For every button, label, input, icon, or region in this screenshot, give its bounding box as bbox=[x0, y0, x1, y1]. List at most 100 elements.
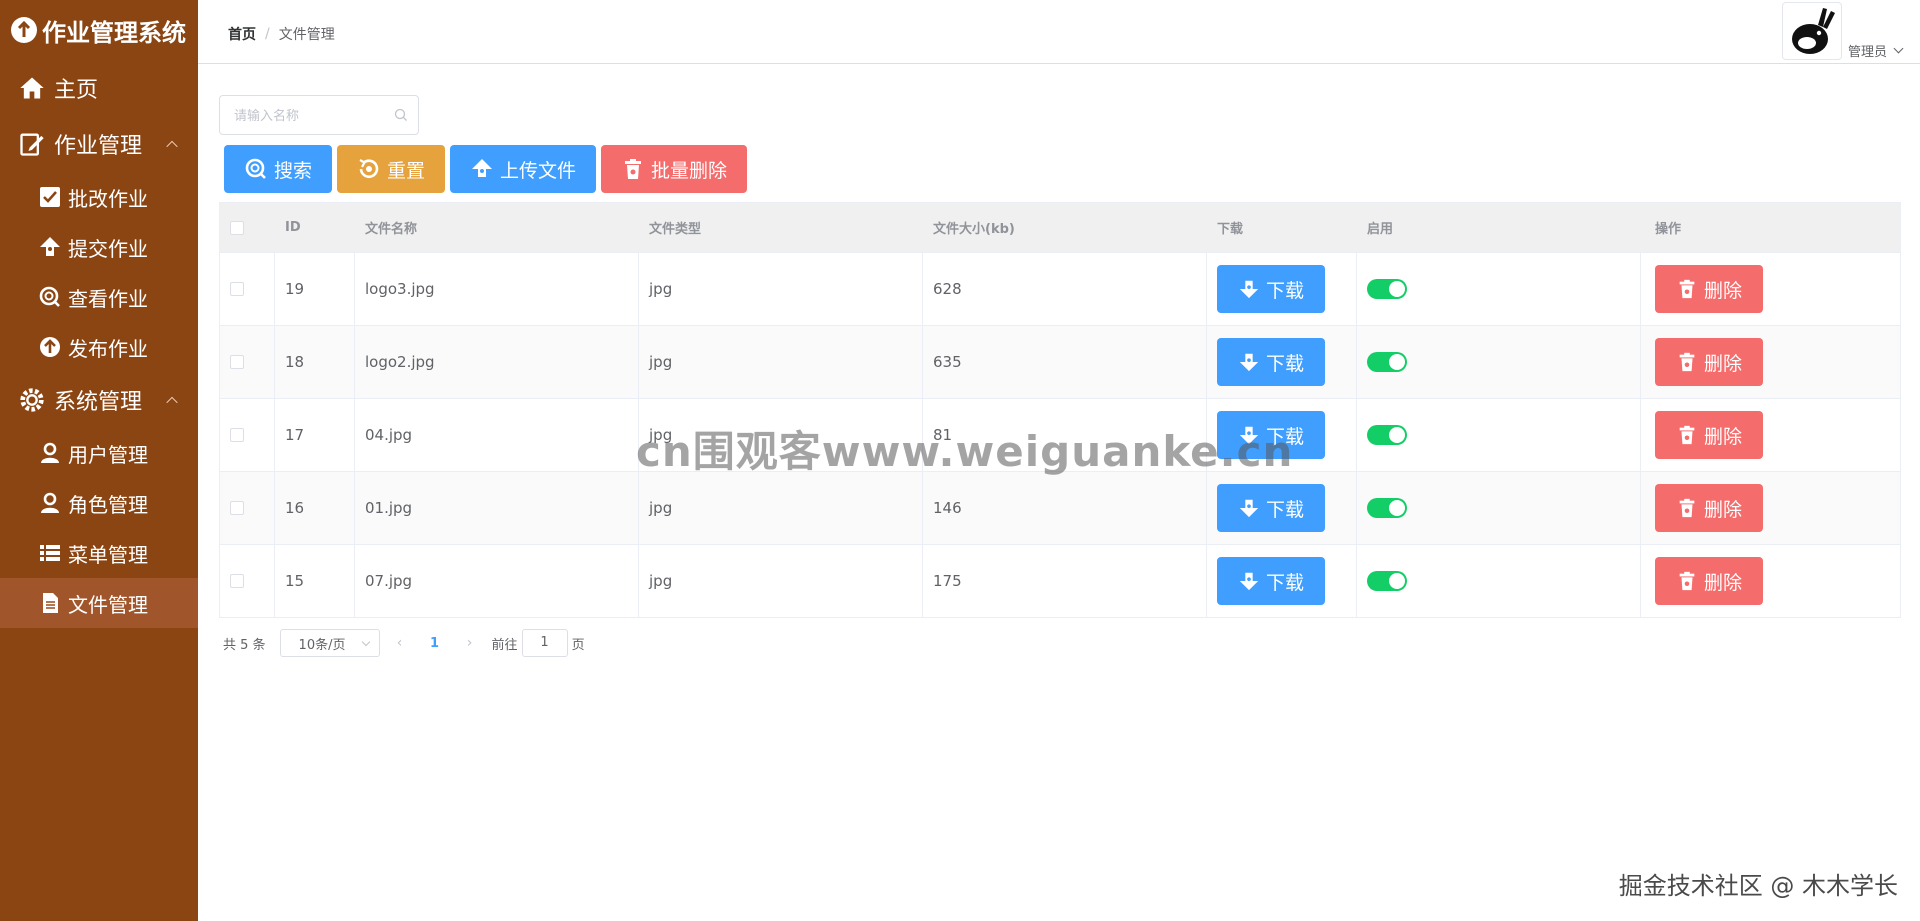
download-button-label: 下载 bbox=[1265, 279, 1304, 302]
page-number-current[interactable]: 1 bbox=[420, 636, 450, 651]
cell-type: jpg bbox=[639, 253, 923, 325]
user-icon bbox=[38, 441, 62, 465]
goto-prefix: 前往 bbox=[491, 637, 518, 653]
table-header: ID 文件名称 文件类型 文件大小(kb) 下载 启用 操作 bbox=[220, 203, 1900, 252]
sidebar-item-3[interactable]: 提交作业 bbox=[0, 222, 198, 272]
download-icon bbox=[1238, 351, 1260, 373]
row-checkbox[interactable] bbox=[230, 355, 244, 369]
publish-icon bbox=[38, 335, 62, 359]
header-size: 文件大小(kb) bbox=[933, 222, 1015, 237]
sidebar-item-8[interactable]: 角色管理 bbox=[0, 478, 198, 528]
user-menu[interactable]: 管理员 bbox=[1781, 2, 1904, 60]
chevron-up-icon bbox=[166, 396, 178, 409]
app-logo: 作业管理系统 bbox=[0, 0, 198, 60]
sidebar-item-1[interactable]: 作业管理 bbox=[0, 116, 198, 172]
sidebar-item-6[interactable]: 系统管理 bbox=[0, 372, 198, 428]
download-icon bbox=[1238, 497, 1260, 519]
upload-button-label: 上传文件 bbox=[500, 159, 577, 182]
gear-icon bbox=[18, 386, 46, 414]
cell-size: 635 bbox=[923, 326, 1207, 398]
delete-button[interactable]: 删除 bbox=[1655, 265, 1763, 313]
logo-icon bbox=[11, 17, 37, 43]
row-select[interactable] bbox=[220, 399, 275, 471]
avatar-image bbox=[1791, 8, 1835, 54]
row-select[interactable] bbox=[220, 472, 275, 544]
search-icon[interactable] bbox=[394, 108, 408, 122]
sidebar-menu: 主页 作业管理 批改作业提交作业查看作业发布作业 系统管理用户管理角色管理 菜单管理文件… bbox=[0, 60, 198, 628]
breadcrumb-current: 文件管理 bbox=[278, 27, 335, 43]
sidebar-item-9[interactable]: 菜单管理 bbox=[0, 528, 198, 578]
sidebar-item-label: 文件管理 bbox=[68, 592, 148, 617]
cell-id: 16 bbox=[275, 472, 355, 544]
delete-button-label: 删除 bbox=[1703, 279, 1742, 302]
delete-button[interactable]: 删除 bbox=[1655, 338, 1763, 386]
sidebar-item-label: 查看作业 bbox=[68, 286, 148, 311]
enabled-toggle[interactable] bbox=[1367, 352, 1407, 372]
enabled-toggle[interactable] bbox=[1367, 279, 1407, 299]
download-button[interactable]: 下载 bbox=[1217, 484, 1325, 532]
delete-button[interactable]: 删除 bbox=[1655, 557, 1763, 605]
user-name[interactable]: 管理员 bbox=[1848, 41, 1904, 60]
search-input[interactable] bbox=[220, 96, 380, 134]
cell-download: 下载 bbox=[1207, 253, 1357, 325]
download-icon bbox=[1238, 278, 1260, 300]
role-icon bbox=[38, 491, 62, 515]
cell-type: jpg bbox=[639, 472, 923, 544]
trash-icon bbox=[1676, 497, 1698, 519]
cell-actions: 删除 bbox=[1641, 545, 1900, 617]
breadcrumb-home[interactable]: 首页 bbox=[228, 24, 256, 44]
enabled-toggle[interactable] bbox=[1367, 498, 1407, 518]
upload-icon bbox=[38, 235, 62, 259]
upload-button[interactable]: 上传文件 bbox=[450, 145, 597, 193]
download-button-label: 下载 bbox=[1265, 498, 1304, 521]
sidebar-item-0[interactable]: 主页 bbox=[0, 60, 198, 116]
header-name: 文件名称 bbox=[365, 222, 418, 237]
delete-button[interactable]: 删除 bbox=[1655, 484, 1763, 532]
sidebar-item-5[interactable]: 发布作业 bbox=[0, 322, 198, 372]
row-checkbox[interactable] bbox=[230, 501, 244, 515]
table-row: 16 01.jpg jpg 146 下载 删除 bbox=[220, 471, 1900, 544]
delete-button-label: 删除 bbox=[1703, 571, 1742, 594]
download-button[interactable]: 下载 bbox=[1217, 557, 1325, 605]
cell-download: 下载 bbox=[1207, 326, 1357, 398]
page-size-select[interactable]: 10条/页 bbox=[279, 629, 380, 657]
row-checkbox[interactable] bbox=[230, 428, 244, 442]
reset-button[interactable]: 重置 bbox=[337, 145, 446, 193]
avatar[interactable] bbox=[1781, 2, 1842, 60]
download-button[interactable]: 下载 bbox=[1217, 265, 1325, 313]
watermark-center: cn围观客www.weiguanke.cn bbox=[636, 427, 1294, 476]
download-button[interactable]: 下载 bbox=[1217, 338, 1325, 386]
table-row: 18 logo2.jpg jpg 635 下载 删除 bbox=[220, 325, 1900, 398]
search-button[interactable]: 搜索 bbox=[224, 145, 333, 193]
goto-page-input[interactable]: 1 bbox=[521, 629, 568, 657]
header-enabled: 启用 bbox=[1367, 222, 1394, 237]
cell-type: jpg bbox=[639, 545, 923, 617]
row-checkbox[interactable] bbox=[230, 574, 244, 588]
row-checkbox[interactable] bbox=[230, 282, 244, 296]
select-all-checkbox[interactable] bbox=[230, 220, 244, 235]
delete-button[interactable]: 删除 bbox=[1655, 411, 1763, 459]
cell-name: logo3.jpg bbox=[355, 253, 639, 325]
trash-icon bbox=[1676, 424, 1698, 446]
prev-page-button[interactable]: ‹ bbox=[380, 629, 420, 657]
next-page-button[interactable]: › bbox=[450, 629, 490, 657]
batch-delete-button[interactable]: 批量删除 bbox=[601, 145, 748, 193]
cell-name: 04.jpg bbox=[355, 399, 639, 471]
goto-page: 前往 1 页 bbox=[492, 629, 585, 657]
sidebar-item-10[interactable]: 文件管理 bbox=[0, 578, 198, 628]
header-select-all[interactable] bbox=[220, 203, 275, 252]
search-icon bbox=[245, 158, 266, 179]
row-select[interactable] bbox=[220, 326, 275, 398]
sidebar-item-2[interactable]: 批改作业 bbox=[0, 172, 198, 222]
row-select[interactable] bbox=[220, 545, 275, 617]
cell-enabled bbox=[1357, 472, 1641, 544]
chevron-up-icon bbox=[166, 140, 178, 153]
sidebar-item-label: 用户管理 bbox=[68, 442, 148, 467]
enabled-toggle[interactable] bbox=[1367, 571, 1407, 591]
breadcrumb: 首页 / 文件管理 bbox=[228, 24, 335, 44]
enabled-toggle[interactable] bbox=[1367, 425, 1407, 445]
sidebar-item-label: 提交作业 bbox=[68, 236, 148, 261]
sidebar-item-4[interactable]: 查看作业 bbox=[0, 272, 198, 322]
row-select[interactable] bbox=[220, 253, 275, 325]
sidebar-item-7[interactable]: 用户管理 bbox=[0, 428, 198, 478]
